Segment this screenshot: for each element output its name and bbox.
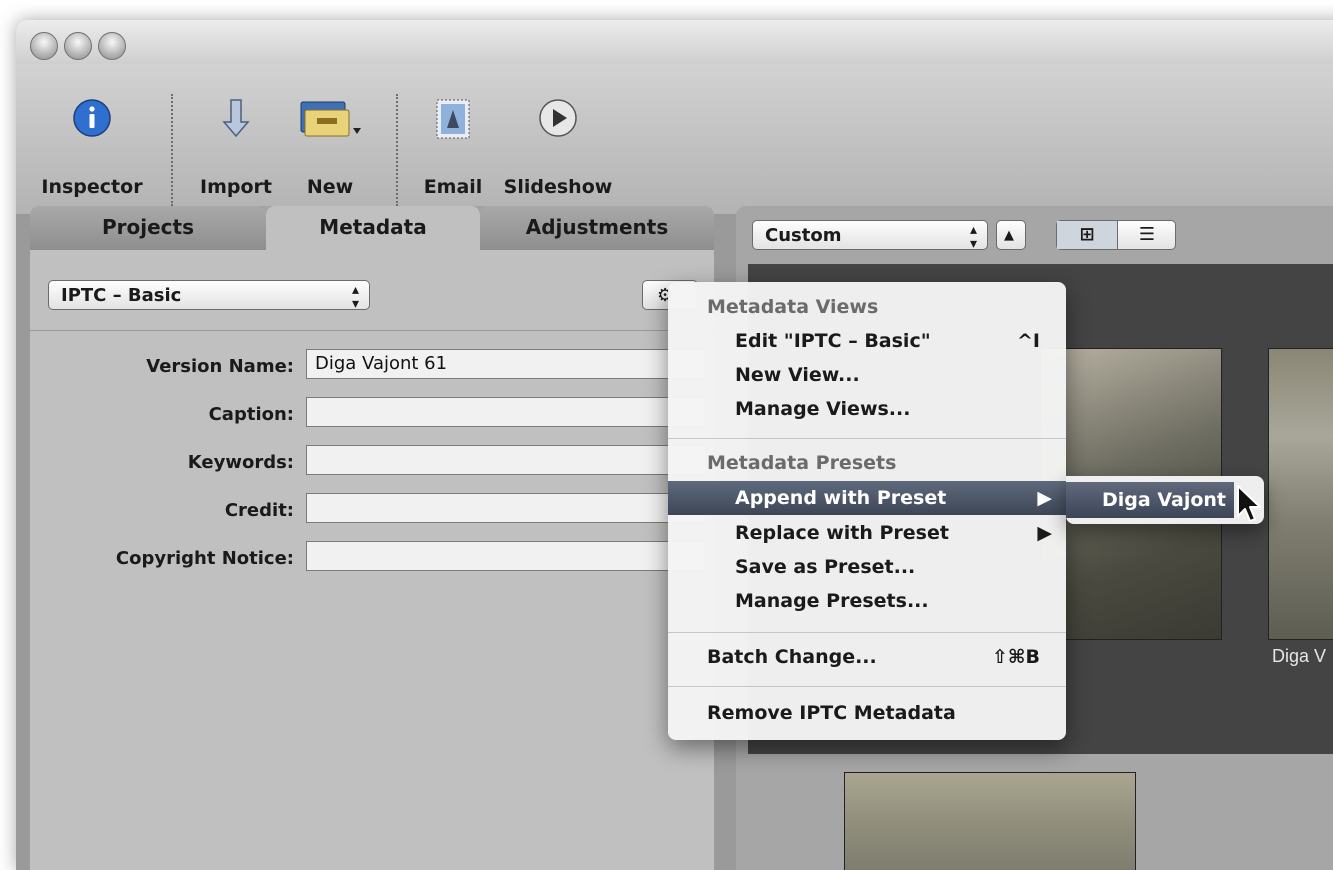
- minimize-window-button[interactable]: [64, 32, 92, 60]
- tab-metadata[interactable]: Metadata: [266, 206, 480, 252]
- slideshow-label: Slideshow: [503, 176, 613, 198]
- new-project-icon: [297, 98, 363, 144]
- sort-popup[interactable]: Custom ▴ ▾: [752, 220, 988, 252]
- caption-field[interactable]: [306, 397, 706, 427]
- grid-view-button[interactable]: ⊞: [1057, 221, 1118, 249]
- menu-item-new-view[interactable]: New View...: [668, 358, 1066, 392]
- popup-arrows-icon: ▴ ▾: [351, 282, 359, 312]
- credit-field[interactable]: [306, 493, 706, 523]
- list-view-button[interactable]: ☰: [1117, 221, 1177, 249]
- preset-submenu: Diga Vajont: [1066, 476, 1264, 524]
- grid-icon: ⊞: [1079, 224, 1095, 245]
- thumbnail-caption: Diga V: [1272, 646, 1327, 666]
- menu-item-batch-change[interactable]: Batch Change... ⇧⌘B: [668, 640, 1066, 674]
- image-thumbnail[interactable]: [844, 772, 1136, 870]
- email-stamp-icon: [435, 98, 471, 144]
- image-thumbnail[interactable]: [1268, 348, 1333, 640]
- slideshow-button[interactable]: Slideshow: [500, 64, 616, 214]
- zoom-window-button[interactable]: [98, 32, 126, 60]
- submenu-arrow-icon: ▶: [1037, 487, 1052, 509]
- menu-separator: [668, 438, 1066, 439]
- title-bar: [16, 20, 1333, 64]
- sort-direction-button[interactable]: ▲: [996, 220, 1026, 250]
- menu-item-manage-views[interactable]: Manage Views...: [668, 392, 1066, 426]
- info-icon: [72, 98, 112, 142]
- email-button[interactable]: Email: [416, 64, 490, 214]
- submenu-item-diga-vajont[interactable]: Diga Vajont: [1066, 482, 1234, 518]
- metadata-view-popup[interactable]: IPTC – Basic ▴ ▾: [48, 280, 370, 312]
- menu-item-remove-iptc[interactable]: Remove IPTC Metadata: [668, 696, 1066, 730]
- new-button[interactable]: New: [290, 64, 370, 214]
- play-icon: [538, 98, 578, 142]
- toolbar-separator: [171, 94, 173, 206]
- view-mode-control: ⊞ ☰: [1056, 220, 1176, 250]
- caption-label: Caption:: [208, 404, 294, 425]
- new-label: New: [306, 176, 354, 198]
- close-window-button[interactable]: [30, 32, 58, 60]
- menu-item-save-preset[interactable]: Save as Preset...: [668, 550, 1066, 584]
- credit-label: Credit:: [224, 500, 294, 521]
- copyright-notice-field[interactable]: [306, 541, 706, 571]
- import-arrow-icon: [221, 98, 251, 142]
- mouse-pointer-icon: [1236, 484, 1262, 528]
- metadata-pane: IPTC – Basic ▴ ▾ ⚙ Version Name: Diga Vaj…: [30, 250, 714, 870]
- toolbar-separator: [396, 94, 398, 206]
- triangle-up-icon: ▲: [1004, 228, 1014, 243]
- copyright-notice-label: Copyright Notice:: [115, 548, 294, 569]
- list-icon: ☰: [1138, 224, 1156, 245]
- keywords-label: Keywords:: [187, 452, 294, 473]
- toolbar: Inspector Import New Email Slideshow: [16, 64, 1333, 214]
- tab-adjustments[interactable]: Adjustments: [480, 206, 714, 252]
- sort-selected: Custom: [765, 225, 842, 246]
- popup-arrows-icon: ▴ ▾: [969, 222, 977, 252]
- menu-item-append-preset[interactable]: Append with Preset ▶: [668, 481, 1066, 515]
- import-label: Import: [200, 176, 272, 198]
- metadata-view-selected: IPTC – Basic: [61, 285, 182, 306]
- import-button[interactable]: Import: [196, 64, 276, 214]
- menu-item-edit-view[interactable]: Edit "IPTC – Basic" ^I: [668, 324, 1066, 358]
- inspector-button[interactable]: Inspector: [40, 64, 144, 214]
- menu-item-replace-preset[interactable]: Replace with Preset ▶: [668, 516, 1066, 550]
- submenu-arrow-icon: ▶: [1037, 522, 1052, 544]
- inspector-label: Inspector: [41, 176, 143, 198]
- version-name-label: Version Name:: [146, 356, 294, 377]
- menu-header-presets: Metadata Presets: [707, 452, 897, 474]
- version-name-field[interactable]: Diga Vajont 61: [306, 349, 706, 379]
- menu-item-manage-presets[interactable]: Manage Presets...: [668, 584, 1066, 618]
- menu-header-views: Metadata Views: [707, 296, 879, 318]
- inspector-panel: Projects Metadata Adjustments IPTC – Bas…: [30, 206, 714, 870]
- metadata-action-menu: Metadata Views Edit "IPTC – Basic" ^I New…: [668, 282, 1066, 740]
- email-label: Email: [423, 176, 483, 198]
- menu-separator: [668, 632, 1066, 633]
- divider: [30, 330, 714, 331]
- keywords-field[interactable]: [306, 445, 706, 475]
- menu-separator: [668, 686, 1066, 687]
- tab-projects[interactable]: Projects: [30, 206, 266, 252]
